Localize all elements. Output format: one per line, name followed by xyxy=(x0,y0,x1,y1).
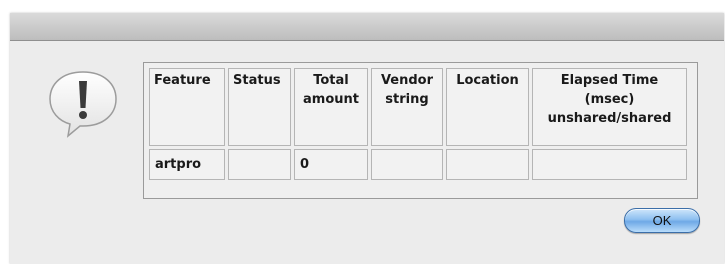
cell-elapsed-time xyxy=(532,149,687,180)
column-header-elapsed-time: Elapsed Time (msec) unshared/shared xyxy=(532,68,687,146)
dialog-titlebar[interactable] xyxy=(10,13,724,41)
table-row: artpro 0 xyxy=(149,149,687,180)
alert-dialog: Feature Status Total amount Vendor strin… xyxy=(10,13,724,264)
column-header-location: Location xyxy=(446,68,529,146)
column-header-total-amount: Total amount xyxy=(294,68,368,146)
column-header-feature: Feature xyxy=(149,68,225,146)
cell-status xyxy=(228,149,291,180)
column-header-vendor-string: Vendor string xyxy=(371,68,443,146)
column-header-status: Status xyxy=(228,68,291,146)
cell-total-amount: 0 xyxy=(294,149,368,180)
cell-location xyxy=(446,149,529,180)
cell-feature: artpro xyxy=(149,149,225,180)
table-header-row: Feature Status Total amount Vendor strin… xyxy=(149,68,687,146)
results-table: Feature Status Total amount Vendor strin… xyxy=(143,62,698,199)
alert-exclamation-icon xyxy=(46,68,120,138)
cell-vendor-string xyxy=(371,149,443,180)
ok-button[interactable]: OK xyxy=(624,208,700,233)
